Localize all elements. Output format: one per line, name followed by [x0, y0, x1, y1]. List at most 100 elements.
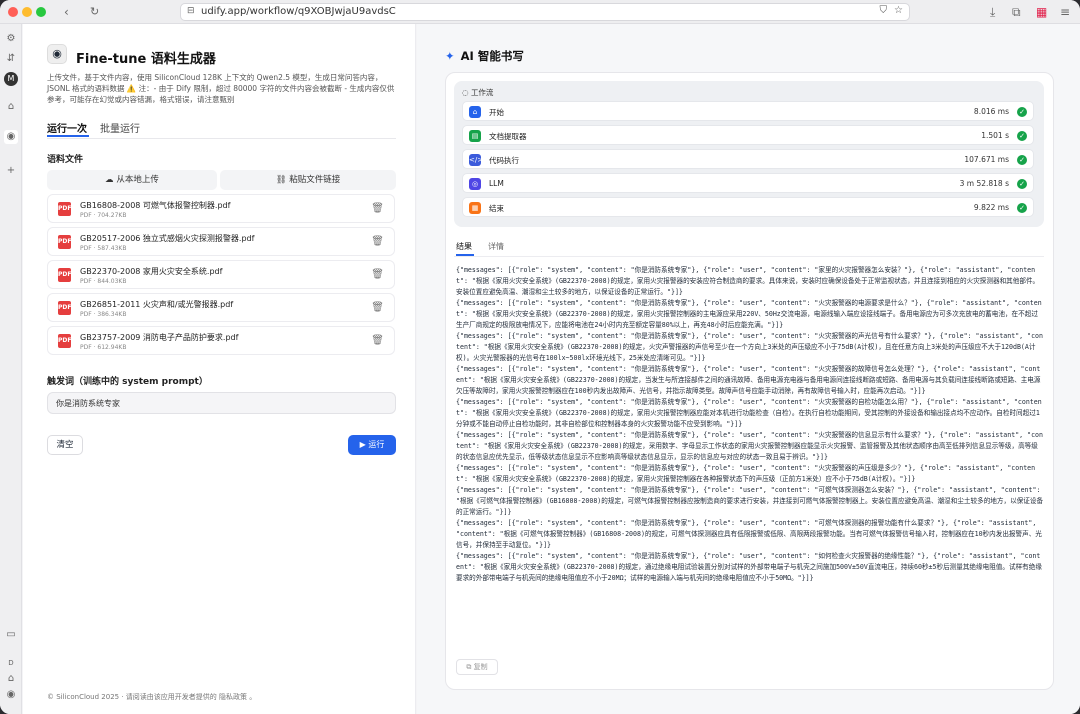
delete-icon[interactable]: 🗑: [371, 335, 384, 346]
workflow-panel: ◌ 工作流 ⌂ 开始 8.016 ms ✓ ▤ 文档提取器 1.501 s ✓ …: [454, 81, 1044, 227]
app-logo-icon: ◉: [47, 44, 67, 64]
code-icon: </>: [469, 154, 481, 166]
extension-badge-icon[interactable]: ▦: [1036, 4, 1047, 20]
workflow-status-icon: ◌: [462, 88, 471, 97]
upload-local-button[interactable]: ☁ 从本地上传: [47, 170, 217, 190]
browser-toolbar: ‹ ↻ ⊟ udify.app/workflow/q9XOBJwjaU9avds…: [0, 0, 1080, 24]
app-tab-icon[interactable]: ◉: [4, 130, 18, 144]
step-label: 文档提取器: [489, 131, 527, 142]
step-label: 开始: [489, 107, 504, 118]
url-text: udify.app/workflow/q9XOBJwjaU9avdsC: [201, 6, 396, 17]
site-info-icon[interactable]: ⊟: [187, 6, 195, 16]
pdf-icon: PDF: [58, 301, 71, 315]
back-icon[interactable]: ‹: [64, 4, 69, 20]
download-icon[interactable]: ⤓: [990, 4, 995, 20]
check-icon: ✓: [1017, 203, 1027, 213]
check-icon: ✓: [1017, 155, 1027, 165]
home-icon: ⌂: [469, 106, 481, 118]
check-icon: ✓: [1017, 131, 1027, 141]
check-icon: ✓: [1017, 179, 1027, 189]
tab-divider: [47, 138, 396, 139]
run-button[interactable]: ▶ 运行: [348, 435, 396, 455]
workflow-step[interactable]: ⌂ 开始 8.016 ms ✓: [462, 101, 1034, 121]
file-name: GB26851-2011 火灾声和/或光警报器.pdf: [80, 299, 233, 310]
file-item: PDF GB20517-2006 独立式感烟火灾探测报警器.pdf PDF · …: [47, 227, 395, 256]
llm-icon: ◎: [469, 178, 481, 190]
step-time: 107.671 ms: [964, 155, 1009, 164]
files-label: 语料文件: [47, 152, 83, 165]
address-bar[interactable]: ⊟ udify.app/workflow/q9XOBJwjaU9avdsC ⛉ …: [180, 3, 910, 21]
paste-link-label: 粘贴文件链接: [289, 175, 340, 185]
file-item: PDF GB22370-2008 家用火灾安全系统.pdf PDF · 844.…: [47, 260, 395, 289]
workflow-step[interactable]: ◎ LLM 3 m 52.818 s ✓: [462, 173, 1034, 193]
file-item: PDF GB16808-2008 可燃气体报警控制器.pdf PDF · 704…: [47, 194, 395, 223]
file-meta: PDF · 844.03KB: [80, 278, 126, 285]
tab-batch-run[interactable]: 批量运行: [100, 120, 140, 135]
step-time: 3 m 52.818 s: [960, 179, 1009, 188]
system-prompt-input[interactable]: 你是消防系统专家: [47, 392, 396, 414]
pdf-icon: PDF: [58, 235, 71, 249]
clear-button[interactable]: 清空: [47, 435, 83, 455]
doc-icon: ▤: [469, 130, 481, 142]
app-small-icon[interactable]: ◉: [4, 688, 18, 702]
delete-icon[interactable]: 🗑: [371, 302, 384, 313]
shield-icon[interactable]: ⛉: [880, 5, 888, 16]
tab-result[interactable]: 结果: [456, 241, 472, 252]
link-icon: ⛓: [276, 175, 290, 185]
copy-button[interactable]: ⧉ 复制: [456, 659, 498, 675]
file-name: GB20517-2006 独立式感烟火灾探测报警器.pdf: [80, 233, 254, 244]
result-tab-divider: [454, 256, 1044, 257]
input-panel: ◉ Fine-tune 语料生成器 上传文件，基于文件内容，使用 Silicon…: [23, 24, 416, 714]
file-meta: PDF · 587.43KB: [80, 245, 126, 252]
step-time: 1.501 s: [981, 131, 1009, 140]
sparkle-icon: ✦: [445, 49, 455, 63]
browser-window: ‹ ↻ ⊟ udify.app/workflow/q9XOBJwjaU9avds…: [0, 0, 1080, 714]
workflow-step[interactable]: </> 代码执行 107.671 ms ✓: [462, 149, 1034, 169]
profile-m-icon[interactable]: M: [4, 72, 18, 86]
minimize-window-button[interactable]: [22, 7, 32, 17]
settings-icon[interactable]: ⚙: [4, 32, 18, 46]
reload-icon[interactable]: ↻: [90, 4, 99, 20]
file-item: PDF GB26851-2011 火灾声和/或光警报器.pdf PDF · 38…: [47, 293, 395, 322]
output-title-text: AI 智能书写: [461, 49, 524, 63]
pdf-icon: PDF: [58, 268, 71, 282]
app-description: 上传文件，基于文件内容，使用 SiliconCloud 128K 上下文的 Qw…: [47, 72, 397, 105]
tab-detail[interactable]: 详情: [488, 241, 504, 252]
maximize-window-button[interactable]: [36, 7, 46, 17]
step-time: 8.016 ms: [974, 107, 1009, 116]
shop-icon[interactable]: ⌂: [4, 100, 18, 114]
sidebar-toggle-icon[interactable]: ▭: [4, 628, 18, 642]
delete-icon[interactable]: 🗑: [371, 269, 384, 280]
menu-icon[interactable]: ≡: [1060, 4, 1070, 20]
file-meta: PDF · 704.27KB: [80, 212, 126, 219]
extensions-icon[interactable]: ⧉: [1012, 4, 1021, 20]
paste-link-button[interactable]: ⛓ 粘贴文件链接: [220, 170, 396, 190]
workflow-step[interactable]: ▤ 文档提取器 1.501 s ✓: [462, 125, 1034, 145]
tab-run-once[interactable]: 运行一次: [47, 120, 87, 135]
step-label: 结束: [489, 203, 504, 214]
close-window-button[interactable]: [8, 7, 18, 17]
file-name: GB16808-2008 可燃气体报警控制器.pdf: [80, 200, 230, 211]
file-item: PDF GB23757-2009 消防电子产品防护要求.pdf PDF · 61…: [47, 326, 395, 355]
output-title: ✦ AI 智能书写: [445, 48, 524, 64]
run-label: 运行: [368, 440, 384, 449]
prompt-label: 触发词（训练中的 system prompt）: [47, 374, 208, 387]
copy-label: 复制: [474, 663, 488, 671]
copy-icon: ⧉: [466, 663, 473, 671]
home-small-icon[interactable]: ⌂: [4, 672, 18, 686]
tabs-icon[interactable]: ⇵: [4, 52, 18, 66]
end-icon: ▦: [469, 202, 481, 214]
pdf-icon: PDF: [58, 202, 71, 216]
workflow-header[interactable]: ◌ 工作流: [462, 87, 493, 98]
result-card: ◌ 工作流 ⌂ 开始 8.016 ms ✓ ▤ 文档提取器 1.501 s ✓ …: [445, 72, 1054, 690]
output-panel: ✦ AI 智能书写 ◌ 工作流 ⌂ 开始 8.016 ms ✓ ▤ 文档提取器 1…: [417, 24, 1080, 714]
bookmark-star-icon[interactable]: ☆: [894, 5, 903, 16]
workflow-step[interactable]: ▦ 结束 9.822 ms ✓: [462, 197, 1034, 217]
upload-local-label: 从本地上传: [116, 175, 159, 185]
footer-text: © SiliconCloud 2025 · 请阅读由该应用开发者提供的 隐私政策…: [47, 692, 256, 702]
d-icon[interactable]: D: [4, 656, 18, 670]
check-icon: ✓: [1017, 107, 1027, 117]
delete-icon[interactable]: 🗑: [371, 236, 384, 247]
delete-icon[interactable]: 🗑: [371, 203, 384, 214]
add-icon[interactable]: +: [4, 164, 18, 178]
